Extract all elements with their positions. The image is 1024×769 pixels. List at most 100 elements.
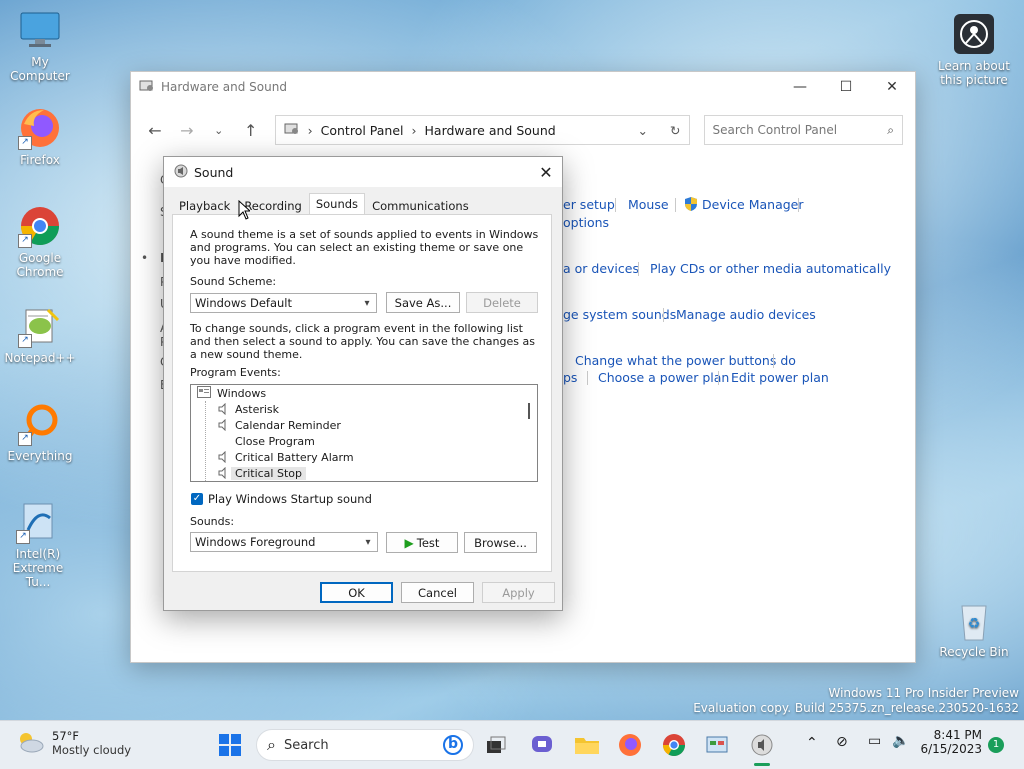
- link-media-devices[interactable]: a or devices: [563, 261, 639, 276]
- shortcut-arrow-icon: ↗: [18, 234, 32, 248]
- window-title: Hardware and Sound: [161, 80, 287, 94]
- address-bar[interactable]: › Control Panel › Hardware and Sound ⌄ ↻: [274, 115, 690, 145]
- link-system-sounds[interactable]: ge system sounds: [563, 307, 676, 322]
- display-icon[interactable]: ▭: [868, 733, 881, 749]
- watermark-edition: Windows 11 Pro Insider Preview: [828, 686, 1019, 700]
- back-arrow-icon[interactable]: ←: [139, 121, 171, 140]
- desktop-icon-my-computer[interactable]: My Computer: [2, 8, 78, 83]
- desktop-icon-recycle-bin[interactable]: ♻ Recycle Bin: [936, 598, 1012, 659]
- search-control-panel-input[interactable]: Search Control Panel ⌕: [703, 115, 903, 145]
- link-printer-setup[interactable]: er setup: [563, 197, 615, 212]
- startup-sound-checkbox[interactable]: ✓ Play Windows Startup sound: [191, 492, 372, 506]
- search-placeholder: Search Control Panel: [712, 123, 838, 137]
- taskbar-search-box[interactable]: ⌕ Search b: [256, 729, 474, 761]
- forward-arrow-icon[interactable]: →: [171, 121, 203, 140]
- event-critical-battery-alarm[interactable]: Critical Battery Alarm: [191, 449, 537, 465]
- sound-dialog[interactable]: Sound ✕ Playback Recording Sounds Commun…: [163, 156, 563, 611]
- intel-xtu-icon: ↗: [16, 500, 60, 544]
- ok-button[interactable]: OK: [320, 582, 393, 603]
- everything-search-icon: ↗: [18, 402, 62, 446]
- event-close-program[interactable]: Close Program: [191, 433, 537, 449]
- bullet-dot: •: [141, 251, 149, 265]
- sound-scheme-select[interactable]: Windows Default ▾: [190, 293, 377, 313]
- program-events-list[interactable]: Windows Asterisk Calendar Reminder Close…: [190, 384, 538, 482]
- link-ps[interactable]: ps: [563, 370, 577, 385]
- link-separator: [663, 308, 664, 322]
- desktop-icon-chrome[interactable]: ↗ Google Chrome: [2, 204, 78, 279]
- close-button[interactable]: ✕: [869, 72, 915, 102]
- file-explorer-icon[interactable]: [574, 733, 599, 757]
- desktop-icon-everything[interactable]: ↗ Everything: [2, 402, 78, 463]
- link-manage-audio-devices[interactable]: Manage audio devices: [676, 307, 816, 322]
- link-separator: [638, 262, 639, 276]
- save-as-button[interactable]: Save As...: [386, 292, 460, 313]
- dialog-titlebar[interactable]: Sound ✕: [164, 157, 562, 187]
- desktop-icon-label: Learn about this picture: [938, 59, 1010, 87]
- firefox-icon: ↗: [18, 106, 62, 150]
- address-dropdown-chevron-icon[interactable]: ⌄: [638, 123, 648, 138]
- delete-button[interactable]: Delete: [466, 292, 538, 313]
- search-icon: ⌕: [267, 735, 276, 754]
- scrollbar-thumb[interactable]: [528, 403, 530, 419]
- breadcrumb-hardware-and-sound[interactable]: Hardware and Sound: [425, 123, 556, 138]
- events-scrollbar[interactable]: [521, 385, 537, 481]
- window-titlebar[interactable]: Hardware and Sound — ☐ ✕: [131, 72, 915, 102]
- event-asterisk[interactable]: Asterisk: [191, 401, 537, 417]
- browse-button[interactable]: Browse...: [464, 532, 537, 553]
- notification-badge[interactable]: 1: [988, 737, 1004, 753]
- task-view-icon[interactable]: [484, 733, 508, 757]
- volume-icon[interactable]: 🔈: [892, 733, 909, 749]
- weather-widget[interactable]: 57°F Mostly cloudy: [16, 729, 131, 757]
- link-play-cds[interactable]: Play CDs or other media automatically: [650, 261, 891, 276]
- speaker-outline-icon: [217, 418, 229, 432]
- event-critical-stop[interactable]: Critical Stop: [191, 465, 537, 481]
- up-arrow-icon[interactable]: ↑: [235, 121, 267, 140]
- link-power-plan[interactable]: Choose a power plan: [598, 370, 729, 385]
- event-group-windows[interactable]: Windows: [191, 385, 537, 401]
- teams-chat-icon[interactable]: [530, 733, 554, 757]
- search-icon[interactable]: ⌕: [887, 123, 894, 138]
- control-panel-taskbar-icon[interactable]: [705, 733, 729, 757]
- sound-taskbar-icon[interactable]: [750, 733, 774, 757]
- startup-sound-label: Play Windows Startup sound: [208, 492, 372, 506]
- test-button[interactable]: ▶ Test: [386, 532, 458, 553]
- clock-time: 8:41 PM: [933, 728, 982, 742]
- speaker-outline-icon: [217, 402, 229, 416]
- link-options[interactable]: options: [563, 215, 609, 230]
- link-separator: [798, 198, 799, 212]
- maximize-button[interactable]: ☐: [823, 72, 869, 102]
- chrome-taskbar-icon[interactable]: [662, 733, 686, 757]
- link-device-manager[interactable]: Device Manager: [702, 197, 804, 212]
- desktop-icon-intel-xtu[interactable]: ↗ Intel(R) Extreme Tu...: [0, 500, 76, 589]
- scheme-label: Sound Scheme:: [190, 275, 277, 288]
- desktop-icon-label: My Computer: [10, 55, 70, 83]
- desktop-icon-notepadpp[interactable]: ↗ Notepad++: [2, 304, 78, 365]
- cancel-button[interactable]: Cancel: [401, 582, 474, 603]
- windows-logo-icon: [219, 734, 241, 756]
- event-calendar-reminder[interactable]: Calendar Reminder: [191, 417, 537, 433]
- link-separator: [718, 371, 719, 385]
- start-button[interactable]: [218, 733, 242, 757]
- refresh-icon[interactable]: ↻: [670, 123, 680, 138]
- dialog-close-button[interactable]: ✕: [530, 163, 562, 182]
- sound-file-select[interactable]: Windows Foreground ▾: [190, 532, 378, 552]
- minimize-button[interactable]: —: [777, 72, 823, 102]
- event-label: Critical Stop: [231, 466, 306, 480]
- program-events-label: Program Events:: [190, 366, 281, 379]
- recent-chevron-down-icon[interactable]: ⌄: [203, 124, 235, 137]
- firefox-taskbar-icon[interactable]: [618, 733, 642, 757]
- sounds-label: Sounds:: [190, 515, 235, 528]
- clock[interactable]: 8:41 PM 6/15/2023: [920, 728, 982, 756]
- network-disconnected-icon[interactable]: ⊘: [836, 734, 848, 750]
- link-power-buttons[interactable]: Change what the power buttons do: [575, 353, 796, 368]
- event-label: Asterisk: [235, 402, 280, 416]
- desktop-icon-firefox[interactable]: ↗ Firefox: [2, 106, 78, 167]
- link-edit-power-plan[interactable]: Edit power plan: [731, 370, 829, 385]
- sounds-tab-panel: A sound theme is a set of sounds applied…: [172, 214, 552, 572]
- link-separator: [587, 371, 588, 385]
- desktop-icon-learn-about-picture[interactable]: Learn about this picture: [936, 12, 1012, 87]
- link-mouse[interactable]: Mouse: [628, 197, 669, 212]
- breadcrumb-control-panel[interactable]: Control Panel: [321, 123, 404, 138]
- tray-chevron-up-icon[interactable]: ⌃: [806, 735, 818, 751]
- apply-button[interactable]: Apply: [482, 582, 555, 603]
